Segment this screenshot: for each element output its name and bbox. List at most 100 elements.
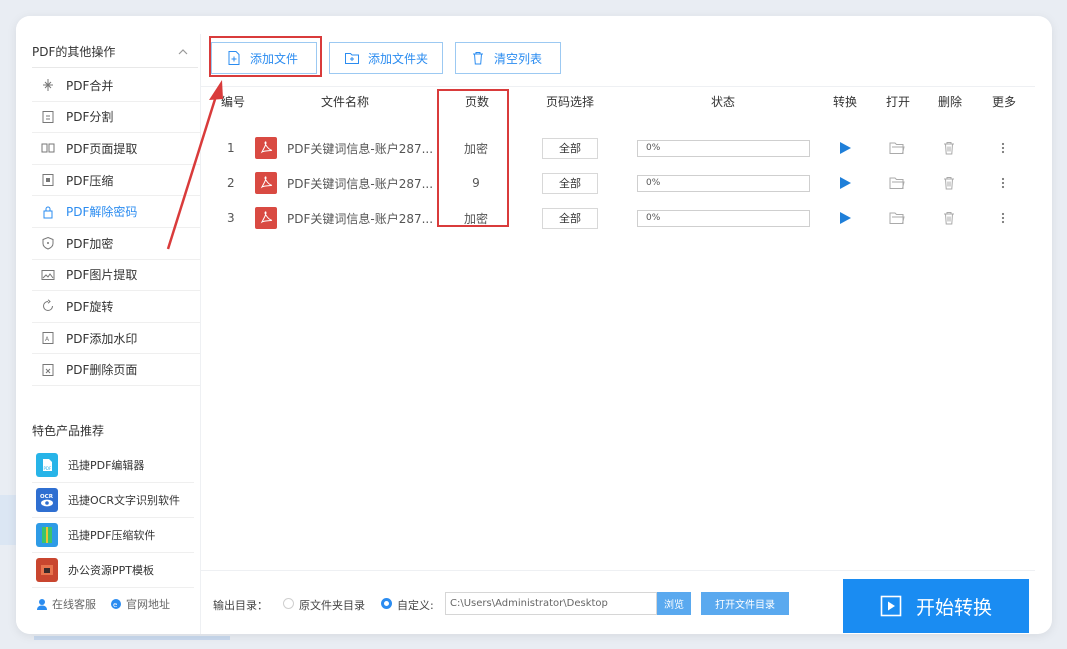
add-folder-icon [345,53,359,64]
promo-item-ocr[interactable]: OCR 迅捷OCR文字识别软件 [32,483,194,518]
sidebar-item-label: PDF分割 [66,110,114,125]
progress-bar: 0% [637,174,810,192]
browser-icon: e [111,599,121,609]
status: 0% [637,201,810,235]
image-icon [40,267,56,283]
headset-icon [37,599,47,610]
sidebar-item-split[interactable]: PDF分割 [32,102,200,134]
folder-icon[interactable] [889,166,905,200]
header-range: 页码选择 [546,95,595,109]
merge-icon [40,77,56,93]
start-convert-button[interactable]: 开始转换 [843,579,1029,633]
status: 0% [637,131,810,165]
sidebar-item-compress[interactable]: PDF压缩 [32,165,200,197]
trash-icon[interactable] [942,201,956,235]
open-directory-button[interactable]: 打开文件目录 [701,592,789,615]
custom-folder-radio[interactable] [381,598,392,609]
play-icon [880,595,902,617]
promo-item-label: 办公资源PPT模板 [68,564,154,577]
svg-text:e: e [113,601,117,609]
start-convert-label: 开始转换 [915,596,992,619]
sidebar-item-label: PDF页面提取 [66,141,138,156]
output-label: 输出目录： [213,599,268,612]
more-vertical-icon[interactable] [1001,201,1005,235]
rotate-icon [40,298,56,314]
compress-icon [40,172,56,188]
play-icon[interactable] [839,131,852,165]
sidebar-item-watermark[interactable]: A PDF添加水印 [32,323,200,355]
table-row[interactable]: 3 PDF关键词信息-账户287... 加密 全部 0% [201,201,1035,235]
pdf-file-icon [255,166,277,200]
file-name: PDF关键词信息-账户287... [287,141,434,156]
sidebar-item-unlock[interactable]: PDF解除密码 [32,196,200,228]
add-folder-button[interactable]: 添加文件夹 [329,42,443,74]
progress-bar: 0% [637,209,810,227]
page-range-button[interactable]: 全部 [542,207,598,229]
sidebar-tool-list: PDF合并 PDF分割 PDF页面提取 PDF压缩 PDF解除密码 PDF加密 [32,70,200,386]
sidebar-item-label: PDF合并 [66,78,114,93]
header-no: 编号 [221,95,246,109]
svg-text:A: A [45,336,50,343]
sidebar-item-label: PDF删除页面 [66,363,138,378]
promo-title: 特色产品推荐 [32,424,105,438]
sidebar-item-encrypt[interactable]: PDF加密 [32,228,200,260]
play-icon[interactable] [839,201,852,235]
ocr-logo-icon: OCR [36,488,58,512]
folder-icon[interactable] [889,201,905,235]
chevron-up-icon [178,48,188,54]
promo-item-pdf-editor[interactable]: PDF 迅捷PDF编辑器 [32,448,194,483]
unlock-icon [40,204,56,220]
main-panel: 添加文件 添加文件夹 清空列表 编号 文件名称 页数 页码选择 状态 转换 打开… [200,34,1035,634]
compress-logo-icon [36,523,58,547]
annotation-box-add-file [209,36,322,77]
sidebar-header[interactable]: PDF的其他操作 [32,36,198,68]
trash-icon[interactable] [942,166,956,200]
sidebar-item-label: PDF压缩 [66,173,114,188]
website-label: 官网地址 [126,598,170,611]
folder-icon[interactable] [889,131,905,165]
pdf-file-icon [255,131,277,165]
play-icon[interactable] [839,166,852,200]
app-window: PDF的其他操作 PDF合并 PDF分割 PDF页面提取 PDF压缩 PDF解除… [16,16,1052,634]
header-status: 状态 [711,95,736,109]
progress-bar: 0% [637,139,810,157]
sidebar-item-page-extract[interactable]: PDF页面提取 [32,133,200,165]
trash-icon[interactable] [942,131,956,165]
promo-item-label: 迅捷OCR文字识别软件 [68,494,180,507]
watermark-icon: A [40,330,56,346]
browse-button[interactable]: 浏览 [657,592,691,615]
sidebar-item-merge[interactable]: PDF合并 [32,70,200,102]
original-folder-label: 原文件夹目录 [299,599,365,612]
page-range-button[interactable]: 全部 [542,137,598,159]
sidebar-item-label: PDF加密 [66,236,114,251]
pdf-file-icon [255,201,277,235]
more-vertical-icon[interactable] [1001,166,1005,200]
online-service-link[interactable]: 在线客服 [36,596,96,612]
sidebar: PDF的其他操作 PDF合并 PDF分割 PDF页面提取 PDF压缩 PDF解除… [16,16,200,634]
promo-item-label: 迅捷PDF压缩软件 [68,529,156,542]
promo-item-ppt-template[interactable]: 办公资源PPT模板 [32,553,194,588]
page-range-button[interactable]: 全部 [542,172,598,194]
sidebar-item-delete-page[interactable]: PDF删除页面 [32,354,200,386]
output-path-input[interactable]: C:\Users\Administrator\Desktop [445,592,657,615]
original-folder-radio[interactable] [283,598,294,609]
table-row[interactable]: 1 PDF关键词信息-账户287... 加密 全部 0% [201,131,1035,165]
header-delete: 删除 [938,95,963,109]
shield-icon [40,235,56,251]
output-bar: 输出目录： 原文件夹目录 自定义: C:\Users\Administrator… [201,570,1035,634]
page-extract-icon [40,140,56,156]
promo-item-pdf-compress[interactable]: 迅捷PDF压缩软件 [32,518,194,553]
sidebar-item-label: PDF添加水印 [66,331,138,346]
promo-list: PDF 迅捷PDF编辑器 OCR 迅捷OCR文字识别软件 迅捷PDF压缩软件 办… [32,448,194,588]
sidebar-item-rotate[interactable]: PDF旋转 [32,291,200,323]
trash-icon [473,52,483,65]
sidebar-item-image-extract[interactable]: PDF图片提取 [32,260,200,292]
table-row[interactable]: 2 PDF关键词信息-账户287... 9 全部 0% [201,166,1035,200]
more-vertical-icon[interactable] [1001,131,1005,165]
row-number: 1 [227,141,235,155]
file-name: PDF关键词信息-账户287... [287,211,434,226]
website-link[interactable]: e 官网地址 [110,596,170,612]
promo-item-label: 迅捷PDF编辑器 [68,459,145,472]
clear-list-button[interactable]: 清空列表 [455,42,561,74]
ppt-template-logo-icon [36,558,58,582]
